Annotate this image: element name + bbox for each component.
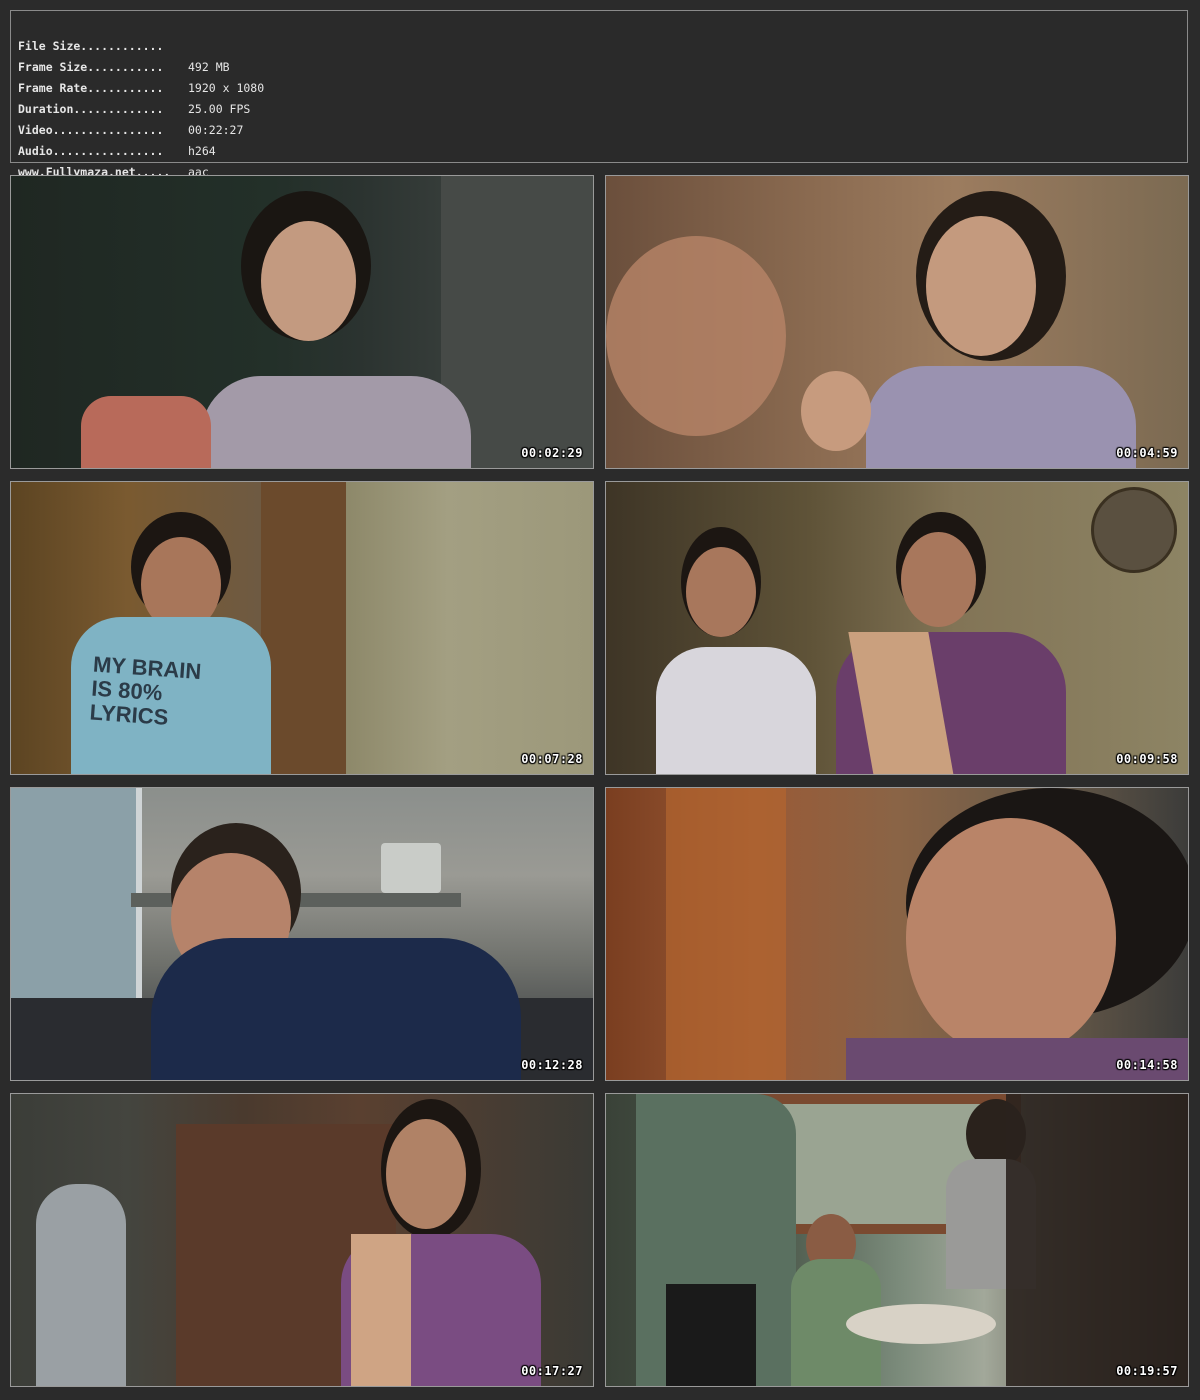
- video-frame-image: [606, 1094, 1188, 1386]
- timestamp-label: 00:14:58: [1116, 1058, 1178, 1072]
- info-row-duration: Duration............. 00:22:27: [11, 78, 1187, 137]
- thumbnail-frame: 00:04:59: [605, 175, 1189, 469]
- timestamp-label: 00:12:28: [521, 1058, 583, 1072]
- shirt-print: MY BRAIN IS 80% LYRICS: [88, 651, 223, 742]
- video-frame-image: [11, 1094, 593, 1386]
- video-frame-image: [606, 176, 1188, 468]
- timestamp-label: 00:02:29: [521, 446, 583, 460]
- info-row-footer: www.Fullymaza.net.....: [11, 141, 1187, 179]
- thumbnail-frame: MY BRAIN IS 80% LYRICS 00:07:28: [10, 481, 594, 775]
- timestamp-label: 00:07:28: [521, 752, 583, 766]
- timestamp-label: 00:17:27: [521, 1364, 583, 1378]
- timestamp-label: 00:04:59: [1116, 446, 1178, 460]
- thumbnail-frame: 00:17:27: [10, 1093, 594, 1387]
- timestamp-label: 00:09:58: [1116, 752, 1178, 766]
- info-row-frame-size: Frame Size........... 1920 x 1080: [11, 36, 1187, 95]
- thumbnail-frame: 00:14:58: [605, 787, 1189, 1081]
- info-row-frame-rate: Frame Rate........... 25.00 FPS: [11, 57, 1187, 116]
- contact-sheet: File Size............ 492 MB Frame Size.…: [0, 0, 1200, 1400]
- media-info-panel: File Size............ 492 MB Frame Size.…: [10, 10, 1188, 179]
- video-frame-image: [11, 176, 593, 468]
- thumbnail-frame: 00:19:57: [605, 1093, 1189, 1387]
- shirt-text: MY BRAIN IS 80% LYRICS: [88, 651, 203, 730]
- thumbnail-frame: 00:09:58: [605, 481, 1189, 775]
- info-row-audio: Audio................ aac: [11, 120, 1187, 179]
- info-row-video: Video................ h264: [11, 99, 1187, 158]
- thumbnail-frame: 00:12:28: [10, 787, 594, 1081]
- video-frame-image: [606, 482, 1188, 774]
- video-frame-image: MY BRAIN IS 80% LYRICS: [11, 482, 593, 774]
- thumbnail-frame: 00:02:29: [10, 175, 594, 469]
- video-frame-image: [11, 788, 593, 1080]
- info-row-file-size: File Size............ 492 MB: [11, 15, 1187, 74]
- timestamp-label: 00:19:57: [1116, 1364, 1178, 1378]
- video-frame-image: [606, 788, 1188, 1080]
